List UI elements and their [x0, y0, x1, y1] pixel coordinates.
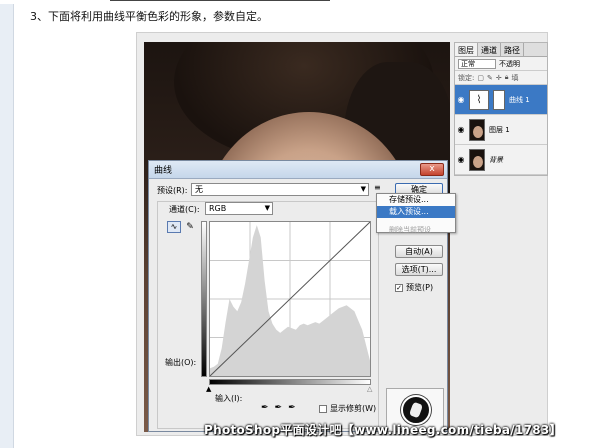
channel-select[interactable]: RGB ▼ — [205, 202, 273, 215]
step-instruction: 3、下面将利用曲线平衡色彩的形象，参数自定。 — [30, 10, 268, 23]
eye-icon[interactable]: ◉ — [457, 125, 465, 134]
checkbox-box[interactable]: ✓ — [395, 283, 403, 292]
layers-panel-tabs: 图层 通道 路径 — [455, 43, 547, 57]
options-button[interactable]: 选项(T)... — [395, 263, 443, 276]
page-left-strip — [0, 0, 14, 448]
curves-adjustment-icon: ⌇ — [469, 89, 489, 110]
opacity-label: 不透明 — [499, 59, 520, 68]
curve-point-tool-icon[interactable]: ∿ — [167, 221, 181, 233]
gray-eyedropper-icon[interactable]: ✒ — [275, 403, 283, 413]
eye-icon[interactable]: ◉ — [457, 95, 465, 104]
lock-row: 锁定: ▢ ✎ ✛ 🔒︎ 填 — [455, 71, 547, 85]
tab-paths[interactable]: 路径 — [501, 43, 524, 56]
preset-select[interactable]: 无 ▼ — [191, 183, 369, 196]
show-clipping-label: 显示修剪(W) — [330, 404, 377, 413]
output-gradient-bar — [201, 221, 207, 377]
auto-button[interactable]: 自动(A) — [395, 245, 443, 258]
menu-item-load-preset[interactable]: 载入预设... — [377, 206, 455, 218]
input-label: 输入(I): — [215, 394, 243, 403]
chevron-down-icon: ▼ — [264, 204, 270, 212]
dialog-titlebar[interactable]: 曲线 — [149, 161, 447, 179]
page-top-bar — [0, 0, 612, 4]
watermark-text: PhotoShop平面设计吧【www.lineeg.com/tieba/1783… — [204, 423, 562, 437]
brush-lock-icon[interactable]: ✎ — [487, 74, 493, 82]
pencil-tool-icon[interactable]: ✎ — [183, 221, 197, 233]
eyedropper-group: ✒ ✒ ✒ — [261, 403, 296, 413]
layer-row-layer1[interactable]: ◉ 图层 1 — [455, 115, 547, 145]
chevron-down-icon: ▼ — [360, 185, 366, 193]
layer-row-background[interactable]: ◉ 背景 — [455, 145, 547, 175]
layer-name: 图层 1 — [489, 125, 510, 134]
preset-value: 无 — [195, 185, 203, 194]
menu-item-save-preset[interactable]: 存储预设... — [377, 194, 455, 206]
eye-icon[interactable]: ◉ — [457, 155, 465, 164]
preview-label: 预览(P) — [406, 283, 434, 292]
close-button[interactable]: x — [420, 163, 444, 176]
blend-row: 正常 不透明 — [455, 57, 547, 71]
channel-value: RGB — [209, 204, 227, 213]
layer-row-curves[interactable]: ◉ ⌇ 曲线 1 — [455, 85, 547, 115]
checkbox-box[interactable] — [319, 404, 327, 413]
layer-name: 背景 — [489, 155, 503, 164]
channel-label: 通道(C): — [169, 205, 200, 214]
move-lock-icon[interactable]: ✛ — [496, 74, 502, 82]
menu-item-delete-preset: 删除当前预设 — [389, 226, 431, 234]
fill-label: 填 — [511, 73, 519, 82]
dialog-title: 曲线 — [154, 166, 173, 176]
blend-mode-select[interactable]: 正常 — [458, 58, 496, 69]
padlock-icon[interactable]: 🔒︎ — [505, 73, 509, 82]
white-point-slider-icon[interactable]: △ — [367, 385, 372, 393]
preset-options-icon[interactable]: ≡ — [374, 183, 381, 192]
show-clipping-checkbox[interactable]: 显示修剪(W) — [319, 403, 376, 414]
layers-panel: 图层 通道 路径 正常 不透明 锁定: ▢ ✎ ✛ 🔒︎ 填 ◉ ⌇ 曲线 1 … — [454, 42, 548, 176]
preset-label: 预设(R): — [157, 186, 188, 195]
output-label: 输出(O): — [165, 358, 197, 367]
layer-mask-thumb[interactable] — [493, 89, 505, 110]
curve-svg — [209, 221, 371, 377]
black-point-slider-icon[interactable]: ▲ — [206, 385, 211, 393]
tab-channels[interactable]: 通道 — [478, 43, 501, 56]
white-eyedropper-icon[interactable]: ✒ — [288, 403, 296, 413]
layer-name: 曲线 1 — [509, 95, 530, 104]
input-gradient-bar — [209, 379, 371, 385]
tab-layers[interactable]: 图层 — [455, 43, 478, 56]
preview-checkbox[interactable]: ✓ 预览(P) — [395, 282, 433, 293]
top-divider — [110, 0, 330, 1]
layer-thumbnail — [469, 118, 485, 141]
lock-label: 锁定: — [458, 73, 475, 82]
curve-graph[interactable] — [209, 221, 371, 377]
layer-thumbnail — [469, 148, 485, 171]
black-eyedropper-icon[interactable]: ✒ — [261, 403, 269, 413]
lock-icon[interactable]: ▢ — [477, 74, 484, 82]
